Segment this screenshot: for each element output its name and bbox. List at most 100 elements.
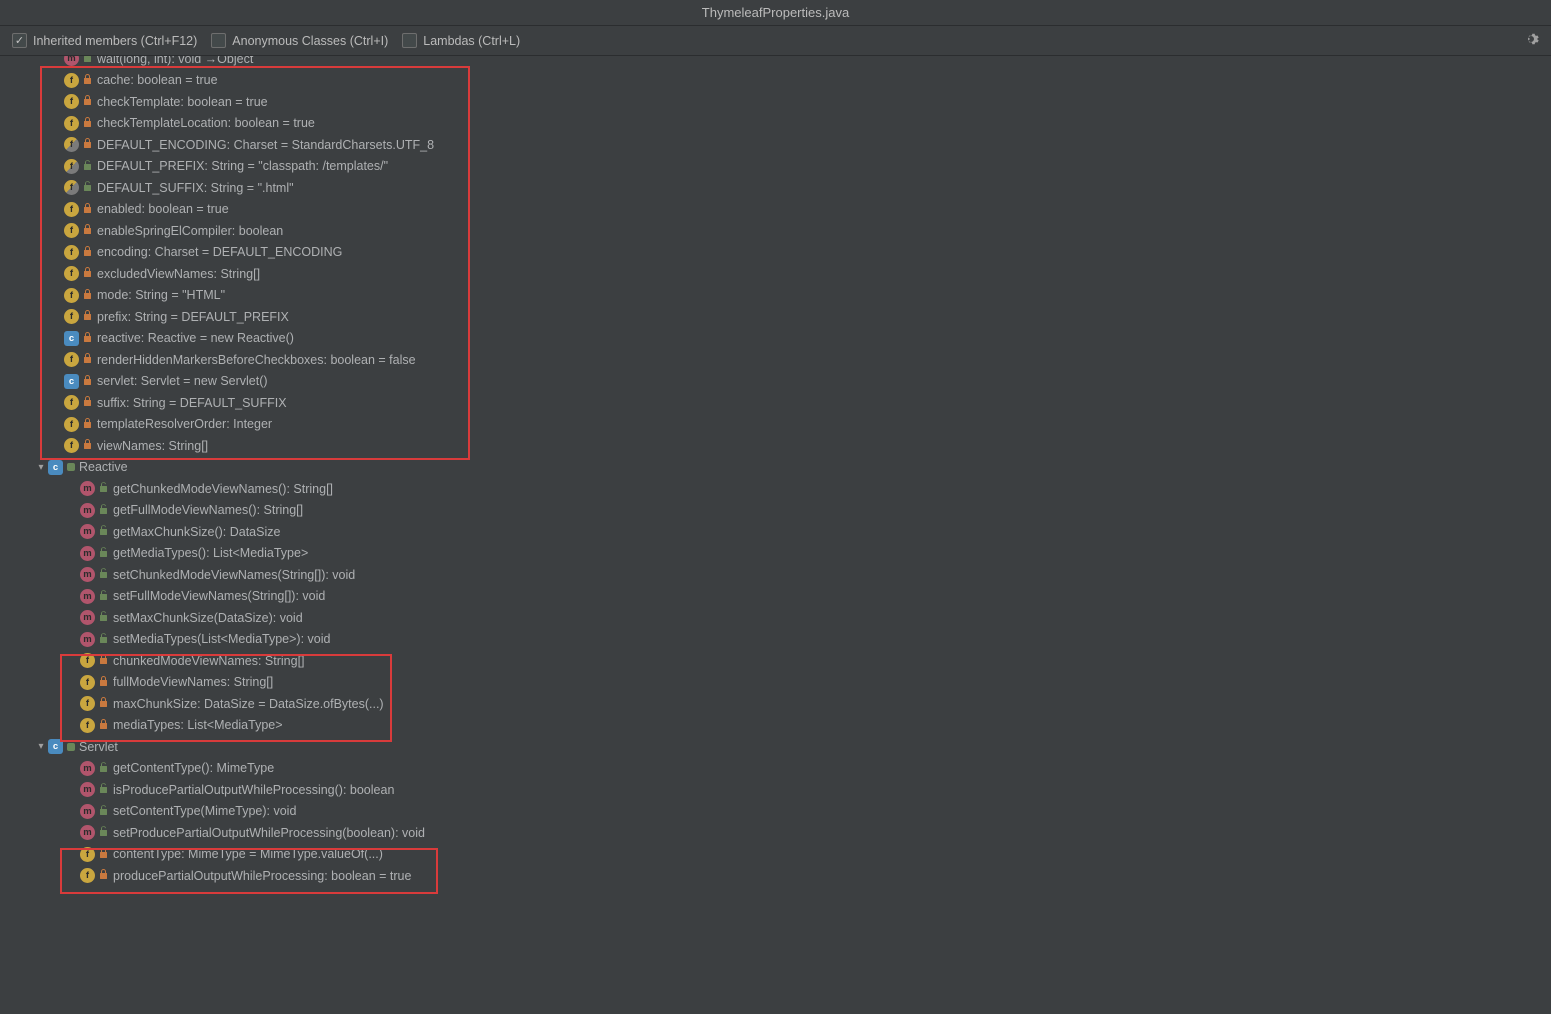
field-icon: f xyxy=(80,718,95,733)
tree-row[interactable]: msetMaxChunkSize(DataSize): void xyxy=(0,607,1551,629)
unlock-icon xyxy=(99,525,109,538)
field-icon: f xyxy=(64,94,79,109)
tree-row[interactable]: fcheckTemplateLocation: boolean = true xyxy=(0,113,1551,135)
method-icon: m xyxy=(64,56,79,66)
lock-icon xyxy=(83,74,93,87)
method-icon: m xyxy=(80,825,95,840)
tree-row[interactable]: ffullModeViewNames: String[] xyxy=(0,672,1551,694)
member-label: servlet: Servlet = new Servlet() xyxy=(97,374,268,388)
member-label: isProducePartialOutputWhileProcessing():… xyxy=(113,783,394,797)
member-label: renderHiddenMarkersBeforeCheckboxes: boo… xyxy=(97,353,416,367)
lock-icon xyxy=(83,246,93,259)
tree-row[interactable]: cservlet: Servlet = new Servlet() xyxy=(0,371,1551,393)
unlock-icon xyxy=(99,762,109,775)
tree-row[interactable]: c reactive: Reactive = new Reactive() xyxy=(0,328,1551,350)
inherited-members-checkbox[interactable]: ✓ Inherited members (Ctrl+F12) xyxy=(12,33,197,48)
unlock-icon xyxy=(99,482,109,495)
lock-icon xyxy=(99,719,109,732)
window-title: ThymeleafProperties.java xyxy=(702,5,849,20)
tree-row[interactable]: fexcludedViewNames: String[] xyxy=(0,263,1551,285)
method-icon: m xyxy=(80,546,95,561)
class-icon: c xyxy=(64,331,79,346)
checkbox-icon: ✓ xyxy=(12,33,27,48)
class-icon: c xyxy=(48,739,63,754)
unlock-icon xyxy=(99,826,109,839)
field-icon: f xyxy=(64,116,79,131)
tree-row[interactable]: fDEFAULT_ENCODING: Charset = StandardCha… xyxy=(0,134,1551,156)
anonymous-classes-checkbox[interactable]: Anonymous Classes (Ctrl+I) xyxy=(211,33,388,48)
tree-row[interactable]: f checkTemplate: boolean = true xyxy=(0,91,1551,113)
structure-tree[interactable]: mwait(long, int): void →Objectfcache: bo… xyxy=(0,56,1551,1014)
tree-row[interactable]: ▾cServlet xyxy=(0,736,1551,758)
tree-row[interactable]: fenabled: boolean = true xyxy=(0,199,1551,221)
gear-icon[interactable] xyxy=(1523,31,1539,50)
tree-row[interactable]: fDEFAULT_PREFIX: String = "classpath: /t… xyxy=(0,156,1551,178)
tree-row[interactable]: fsuffix: String = DEFAULT_SUFFIX xyxy=(0,392,1551,414)
lock-icon xyxy=(83,138,93,151)
tree-row[interactable]: fchunkedModeViewNames: String[] xyxy=(0,650,1551,672)
tree-row[interactable]: frenderHiddenMarkersBeforeCheckboxes: bo… xyxy=(0,349,1551,371)
tree-row[interactable]: fDEFAULT_SUFFIX: String = ".html" xyxy=(0,177,1551,199)
method-icon: m xyxy=(80,567,95,582)
lambdas-checkbox[interactable]: Lambdas (Ctrl+L) xyxy=(402,33,520,48)
member-label: maxChunkSize: DataSize = DataSize.ofByte… xyxy=(113,697,384,711)
unlock-icon xyxy=(99,504,109,517)
tree-row[interactable]: ▾cReactive xyxy=(0,457,1551,479)
chevron-down-icon[interactable]: ▾ xyxy=(34,741,48,752)
method-icon: m xyxy=(80,524,95,539)
member-label: templateResolverOrder: Integer xyxy=(97,417,272,431)
lock-icon xyxy=(83,289,93,302)
field-icon: f xyxy=(64,309,79,324)
tree-row[interactable]: mwait(long, int): void →Object xyxy=(0,56,1551,70)
member-label: setChunkedModeViewNames(String[]): void xyxy=(113,568,355,582)
member-label: reactive: Reactive = new Reactive() xyxy=(97,331,294,345)
tree-row[interactable]: m setProducePartialOutputWhileProcessing(… xyxy=(0,822,1551,844)
tree-row[interactable]: mgetFullModeViewNames(): String[] xyxy=(0,500,1551,522)
tree-row[interactable]: mgetMediaTypes(): List<MediaType> xyxy=(0,543,1551,565)
checkbox-icon xyxy=(211,33,226,48)
member-label: excludedViewNames: String[] xyxy=(97,267,260,281)
tree-row[interactable]: m setChunkedModeViewNames(String[]): void xyxy=(0,564,1551,586)
lock-icon xyxy=(83,310,93,323)
checkbox-label: Lambdas (Ctrl+L) xyxy=(423,34,520,48)
chevron-down-icon[interactable]: ▾ xyxy=(34,462,48,473)
tree-row[interactable]: fmaxChunkSize: DataSize = DataSize.ofByt… xyxy=(0,693,1551,715)
tree-row[interactable]: fviewNames: String[] xyxy=(0,435,1551,457)
member-label: setMediaTypes(List<MediaType>): void xyxy=(113,632,330,646)
tree-row[interactable]: misProducePartialOutputWhileProcessing()… xyxy=(0,779,1551,801)
member-label: setFullModeViewNames(String[]): void xyxy=(113,589,325,603)
lock-icon xyxy=(99,848,109,861)
tree-row[interactable]: mgetMaxChunkSize(): DataSize xyxy=(0,521,1551,543)
tree-row[interactable]: mgetContentType(): MimeType xyxy=(0,758,1551,780)
public-icon xyxy=(67,463,75,471)
method-icon: m xyxy=(80,804,95,819)
method-icon: m xyxy=(80,632,95,647)
field-icon: f xyxy=(64,417,79,432)
tree-row[interactable]: msetFullModeViewNames(String[]): void xyxy=(0,586,1551,608)
field-icon: f xyxy=(64,223,79,238)
tree-row[interactable]: msetContentType(MimeType): void xyxy=(0,801,1551,823)
tree-row[interactable]: fmediaTypes: List<MediaType> xyxy=(0,715,1551,737)
tree-row[interactable]: mgetChunkedModeViewNames(): String[] xyxy=(0,478,1551,500)
member-label: cache: boolean = true xyxy=(97,73,218,87)
tree-row[interactable]: fencoding: Charset = DEFAULT_ENCODING xyxy=(0,242,1551,264)
tree-row[interactable]: fcontentType: MimeType = MimeType.valueO… xyxy=(0,844,1551,866)
tree-row[interactable]: fmode: String = "HTML" xyxy=(0,285,1551,307)
lock-icon xyxy=(83,332,93,345)
tree-row[interactable]: f templateResolverOrder: Integer xyxy=(0,414,1551,436)
title-bar: ThymeleafProperties.java xyxy=(0,0,1551,26)
lock-icon xyxy=(99,654,109,667)
tree-row[interactable]: fenableSpringElCompiler: boolean xyxy=(0,220,1551,242)
member-label: checkTemplate: boolean = true xyxy=(97,95,268,109)
member-label: chunkedModeViewNames: String[] xyxy=(113,654,305,668)
member-label: setProducePartialOutputWhileProcessing(b… xyxy=(113,826,425,840)
tree-row[interactable]: m setMediaTypes(List<MediaType>): void xyxy=(0,629,1551,651)
lock-icon xyxy=(83,95,93,108)
member-label: contentType: MimeType = MimeType.valueOf… xyxy=(113,847,383,861)
member-label: DEFAULT_PREFIX: String = "classpath: /te… xyxy=(97,159,388,173)
tree-row[interactable]: fcache: boolean = true xyxy=(0,70,1551,92)
method-icon: m xyxy=(80,610,95,625)
member-label: Reactive xyxy=(79,460,128,474)
tree-row[interactable]: fprefix: String = DEFAULT_PREFIX xyxy=(0,306,1551,328)
tree-row[interactable]: fproducePartialOutputWhileProcessing: bo… xyxy=(0,865,1551,887)
